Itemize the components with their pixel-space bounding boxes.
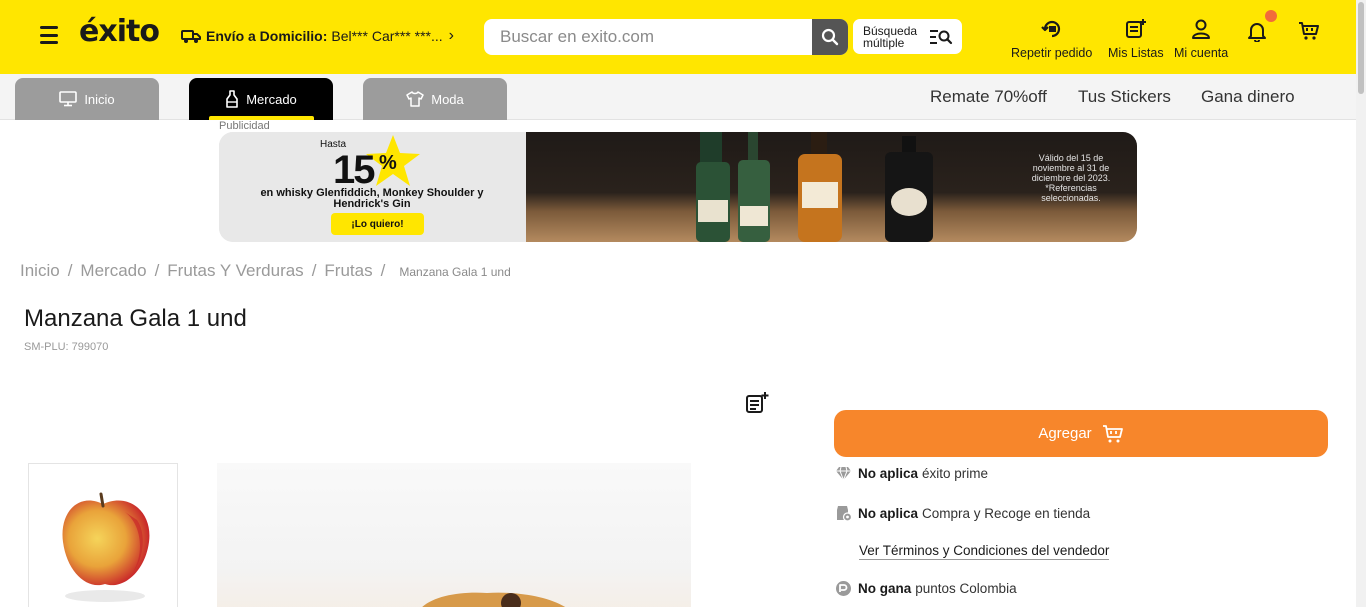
pickup-text: Compra y Recoge en tienda bbox=[922, 506, 1091, 521]
my-lists-label: Mis Listas bbox=[1108, 46, 1164, 60]
my-lists-button[interactable]: Mis Listas bbox=[1108, 18, 1164, 60]
banner-cta-button[interactable]: ¡Lo quiero! bbox=[331, 213, 424, 235]
stickers-link[interactable]: Tus Stickers bbox=[1078, 87, 1171, 107]
banner-legal-text: Válido del 15 de noviembre al 31 de dici… bbox=[1031, 153, 1111, 203]
prime-status: No aplica bbox=[858, 466, 919, 481]
points-status: No gana bbox=[858, 581, 912, 596]
points-info-row: No gana puntos Colombia bbox=[835, 580, 1017, 597]
breadcrumb: Inicio / Mercado / Frutas Y Verduras / F… bbox=[20, 261, 511, 281]
page: éxito Envío a Domicilio: Bel*** Car*** *… bbox=[0, 0, 1366, 607]
breadcrumb-current: Manzana Gala 1 und bbox=[399, 265, 511, 279]
diamond-icon bbox=[836, 466, 851, 481]
user-icon bbox=[1192, 19, 1211, 39]
cart-icon bbox=[1299, 22, 1319, 40]
cart-button[interactable] bbox=[1298, 20, 1320, 47]
seller-terms-link[interactable]: Ver Términos y Condiciones del vendedor bbox=[859, 543, 1110, 560]
breadcrumb-inicio[interactable]: Inicio bbox=[20, 261, 60, 281]
breadcrumb-separator: / bbox=[154, 261, 160, 280]
chevron-right-icon: › bbox=[448, 27, 454, 44]
apple-main-image bbox=[422, 592, 565, 607]
truck-icon bbox=[181, 30, 201, 43]
list-icon bbox=[1125, 19, 1146, 38]
page-scrollbar[interactable] bbox=[1356, 0, 1366, 607]
repeat-order-icon bbox=[1040, 20, 1060, 38]
product-main-image[interactable] bbox=[217, 463, 691, 607]
add-to-cart-button[interactable]: Agregar bbox=[834, 410, 1328, 457]
breadcrumb-frutas-verduras[interactable]: Frutas Y Verduras bbox=[167, 261, 303, 281]
pickup-info-row: No aplica Compra y Recoge en tienda bbox=[835, 505, 1090, 522]
search-input[interactable] bbox=[484, 19, 812, 55]
banner-product-photo: Válido del 15 de noviembre al 31 de dici… bbox=[526, 132, 1137, 242]
my-account-label: Mi cuenta bbox=[1174, 46, 1229, 60]
my-account-button[interactable]: Mi cuenta bbox=[1174, 18, 1228, 60]
tab-inicio[interactable]: Inicio bbox=[15, 78, 159, 120]
cart-icon bbox=[1102, 424, 1123, 442]
add-to-list-icon bbox=[746, 392, 769, 413]
search-button[interactable] bbox=[812, 19, 848, 55]
liquor-bottles-image bbox=[696, 132, 933, 242]
product-sku: SM-PLU: 799070 bbox=[24, 341, 109, 353]
menu-hamburger-icon[interactable] bbox=[40, 26, 58, 44]
logo-text: éxito bbox=[79, 14, 160, 49]
prime-info-row: No aplica éxito prime bbox=[835, 466, 988, 481]
puntos-colombia-icon bbox=[836, 581, 851, 596]
tab-mercado-label: Mercado bbox=[246, 91, 297, 107]
product-thumbnail[interactable] bbox=[28, 463, 178, 607]
tab-mercado[interactable]: Mercado bbox=[189, 78, 333, 120]
banner-description: en whisky Glenfiddich, Monkey Shoulder y… bbox=[260, 187, 484, 210]
scrollbar-thumb[interactable] bbox=[1358, 2, 1364, 94]
search-bar bbox=[484, 19, 848, 55]
notifications-button[interactable] bbox=[1246, 10, 1277, 47]
remate-link[interactable]: Remate 70%off bbox=[930, 87, 1047, 107]
repeat-order-button[interactable]: Repetir pedido bbox=[1011, 18, 1092, 60]
ad-label: Publicidad bbox=[219, 120, 270, 132]
tab-moda[interactable]: Moda bbox=[363, 78, 507, 120]
search-icon bbox=[821, 28, 839, 46]
bottle-icon bbox=[226, 90, 239, 108]
add-to-cart-label: Agregar bbox=[1038, 425, 1092, 442]
exito-logo[interactable]: éxito bbox=[79, 14, 160, 49]
delivery-address-selector[interactable]: Envío a Domicilio: Bel*** Car*** ***... … bbox=[181, 27, 454, 45]
monitor-icon bbox=[59, 91, 78, 107]
tab-moda-label: Moda bbox=[431, 91, 464, 107]
add-to-list-button[interactable] bbox=[742, 386, 772, 420]
delivery-label: Envío a Domicilio: bbox=[206, 28, 328, 44]
list-search-icon bbox=[930, 29, 953, 44]
breadcrumb-separator: / bbox=[311, 261, 317, 280]
product-title: Manzana Gala 1 und bbox=[24, 305, 247, 332]
points-text: puntos Colombia bbox=[915, 581, 1017, 596]
notification-dot bbox=[1265, 10, 1277, 22]
multi-search-button[interactable]: Búsqueda múltiple bbox=[853, 19, 962, 54]
apple-thumbnail-image bbox=[62, 492, 150, 602]
repeat-order-label: Repetir pedido bbox=[1011, 46, 1093, 60]
banner-text-panel: Hasta 15 % en whisky Glenfiddich, Monkey… bbox=[219, 132, 526, 242]
shirt-icon bbox=[406, 91, 424, 107]
tab-inicio-label: Inicio bbox=[84, 91, 115, 107]
prime-text: éxito prime bbox=[922, 466, 989, 481]
banner-discount-symbol: % bbox=[379, 152, 397, 174]
breadcrumb-frutas[interactable]: Frutas bbox=[324, 261, 372, 281]
breadcrumb-separator: / bbox=[67, 261, 73, 280]
multi-search-label: Búsqueda múltiple bbox=[863, 23, 918, 50]
pickup-status: No aplica bbox=[858, 506, 919, 521]
store-pickup-icon bbox=[837, 506, 852, 522]
breadcrumb-mercado[interactable]: Mercado bbox=[80, 261, 146, 281]
delivery-value: Bel*** Car*** ***... bbox=[331, 28, 443, 44]
promo-banner[interactable]: Hasta 15 % en whisky Glenfiddich, Monkey… bbox=[219, 132, 1137, 242]
bell-icon bbox=[1248, 23, 1266, 43]
breadcrumb-separator: / bbox=[380, 261, 386, 280]
gana-dinero-link[interactable]: Gana dinero bbox=[1201, 87, 1295, 107]
top-header: éxito Envío a Domicilio: Bel*** Car*** *… bbox=[0, 0, 1356, 74]
